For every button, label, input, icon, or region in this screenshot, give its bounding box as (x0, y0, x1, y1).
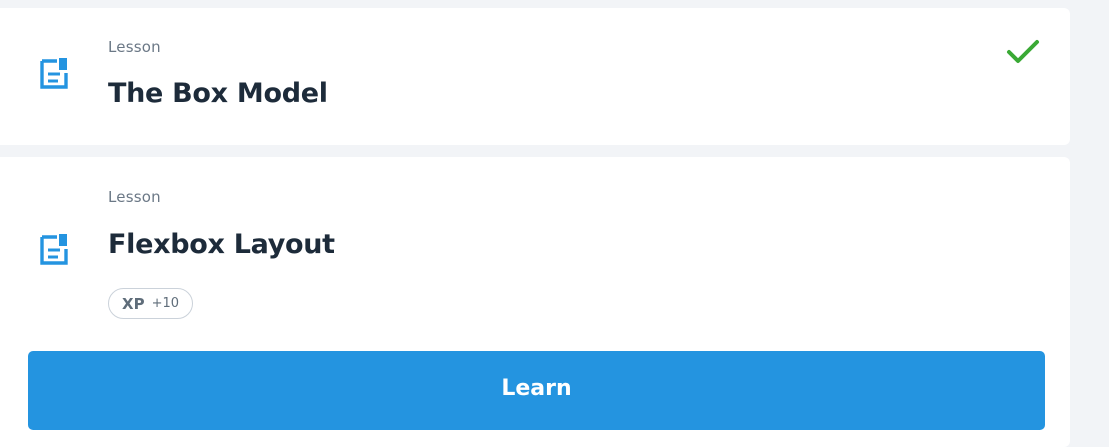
lesson-card-flexbox-layout[interactable]: Lesson Flexbox Layout XP +10 Learn (0, 157, 1070, 447)
learn-button[interactable]: Learn (28, 351, 1045, 430)
xp-value: +10 (151, 296, 179, 311)
xp-badge: XP +10 (108, 288, 193, 319)
document-icon (40, 58, 68, 89)
lesson-card-box-model[interactable]: Lesson The Box Model (0, 8, 1070, 145)
lesson-kind-label: Lesson (108, 188, 161, 206)
lesson-kind-label: Lesson (108, 38, 161, 56)
lesson-title[interactable]: The Box Model (108, 78, 328, 109)
checkmark-icon (1007, 40, 1039, 63)
xp-label: XP (122, 294, 145, 313)
lesson-title[interactable]: Flexbox Layout (108, 229, 335, 260)
document-icon (40, 234, 68, 265)
